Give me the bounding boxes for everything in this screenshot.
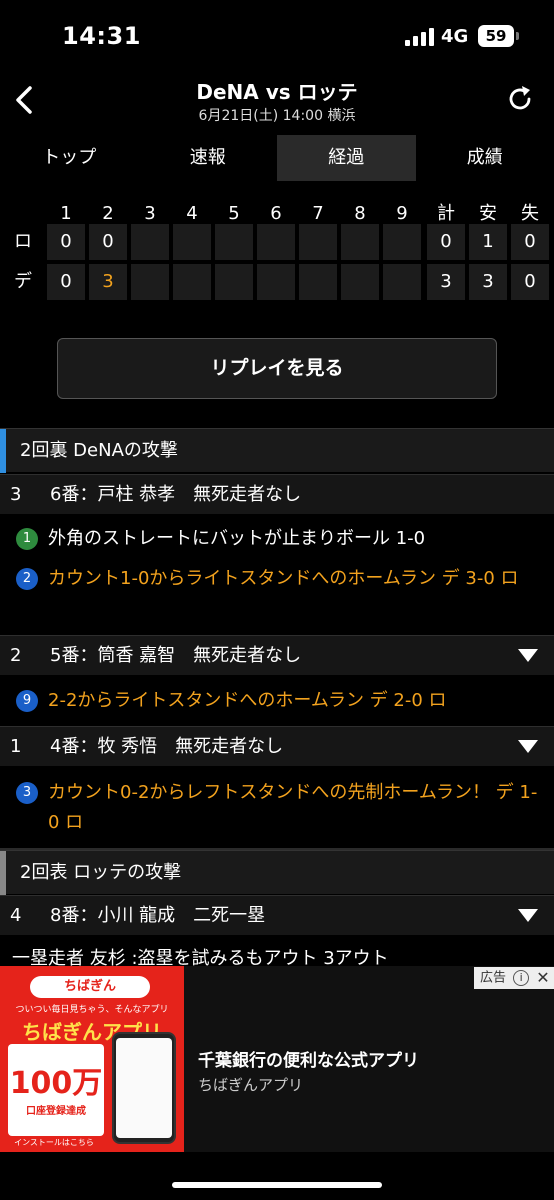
inning-title: 2回表 ロッテの攻撃	[20, 862, 182, 883]
inning-score	[341, 224, 379, 260]
total-hits: 3	[469, 264, 507, 300]
chevron-down-icon[interactable]	[518, 740, 538, 753]
total-runs: 0	[427, 224, 465, 260]
total-hits: 1	[469, 224, 507, 260]
header: DeNA vs ロッテ 6月21日(土) 14:00 横浜	[0, 70, 554, 132]
ad-tagline: ついつい毎日見ちゃう、そんなアプリ	[15, 1005, 169, 1015]
replay-button[interactable]: リプレイを見る	[57, 338, 497, 399]
status-bar: 14:31 4G 59	[0, 0, 554, 70]
inning-score	[131, 264, 169, 300]
batter-info: 6番：戸柱 恭孝 無死走者なし	[50, 484, 302, 505]
scoreboard-row-dena: デ 0 3 3 3 0	[0, 264, 554, 300]
inning-score	[173, 264, 211, 300]
inning-score-live: 3	[89, 264, 127, 300]
scoreboard-row-lotte: ロ 0 0 0 1 0	[0, 224, 554, 260]
inning-title: 2回裏 DeNAの攻撃	[20, 440, 178, 461]
batter-info: 8番：小川 龍成 二死一塁	[50, 905, 266, 926]
inning-accent-bar	[0, 429, 6, 473]
play-text: カウント0-2からレフトスタンドへの先制ホームラン！ デ 1-0 ロ	[48, 782, 538, 833]
batter-row[interactable]: 2 5番：筒香 嘉智 無死走者なし	[0, 635, 554, 675]
page-title: DeNA vs ロッテ	[196, 80, 358, 104]
play-text: カウント1-0からライトスタンドへのホームラン デ 3-0 ロ	[48, 568, 519, 589]
play-text: 2-2からライトスタンドへのホームラン デ 2-0 ロ	[48, 690, 447, 711]
chevron-down-icon[interactable]	[518, 649, 538, 662]
tab-progress[interactable]: 経過	[277, 135, 416, 181]
reload-button[interactable]	[503, 82, 537, 116]
pitch-number-badge: 3	[16, 782, 38, 804]
info-icon[interactable]: i	[513, 970, 530, 986]
batter-info: 4番：牧 秀悟 無死走者なし	[50, 736, 284, 757]
chevron-down-icon[interactable]	[518, 909, 538, 922]
batter-info: 5番：筒香 嘉智 無死走者なし	[50, 645, 302, 666]
play-item: 3 カウント0-2からレフトスタンドへの先制ホームラン！ デ 1-0 ロ	[0, 774, 554, 846]
tab-stats[interactable]: 成績	[416, 135, 554, 181]
pitch-number-badge: 9	[16, 690, 38, 712]
inning-header-top-2: 2回表 ロッテの攻撃	[0, 850, 554, 895]
inning-score	[173, 224, 211, 260]
play-item: 2 カウント1-0からライトスタンドへのホームラン デ 3-0 ロ	[0, 562, 554, 632]
inning-score: 0	[47, 264, 85, 300]
total-errors: 0	[511, 264, 549, 300]
ad-banner[interactable]: ちばぎん ついつい毎日見ちゃう、そんなアプリ ちばぎんアプリ 100万 口座登録…	[0, 966, 554, 1152]
pitch-number-badge: 1	[16, 528, 38, 550]
inning-score	[299, 224, 337, 260]
batter-row[interactable]: 4 8番：小川 龍成 二死一塁	[0, 895, 554, 935]
play-text: 一塁走者 友杉 :盗塁を試みるもアウト 3アウト	[12, 948, 389, 968]
inning-score	[257, 264, 295, 300]
inning-score	[215, 264, 253, 300]
at-bat-number: 2	[10, 645, 22, 666]
scoreboard: 1 2 3 4 5 6 7 8 9 計 安 失 ロ 0 0 0 1 0 デ 0 …	[0, 196, 554, 306]
inning-score: 0	[89, 224, 127, 260]
inning-score	[215, 224, 253, 260]
ad-label[interactable]: 広告 i ✕	[474, 967, 554, 989]
inning-score	[383, 224, 421, 260]
inning-score	[257, 224, 295, 260]
team-label: ロ	[14, 231, 32, 252]
inning-score	[383, 264, 421, 300]
ad-label-text: 広告	[480, 970, 507, 986]
home-indicator[interactable]	[172, 1182, 382, 1188]
ad-logo: ちばぎん	[30, 976, 150, 998]
at-bat-number: 1	[10, 736, 22, 757]
ad-install-link[interactable]: インストールはこちら	[6, 1138, 102, 1148]
ad-title[interactable]: 千葉銀行の便利な公式アプリ	[198, 1046, 419, 1071]
battery-tip	[516, 32, 519, 40]
ad-stat-number: 100万	[9, 1066, 103, 1101]
network-label: 4G	[441, 26, 469, 47]
batter-row: 3 6番：戸柱 恭孝 無死走者なし	[0, 474, 554, 514]
inning-accent-bar	[0, 851, 6, 895]
ad-subtitle: ちばぎんアプリ	[198, 1076, 304, 1094]
pitch-number-badge: 2	[16, 568, 38, 590]
play-item: 1 外角のストレートにバットが止まりボール 1-0	[0, 522, 554, 562]
phone-screen	[116, 1038, 172, 1138]
tab-bar: トップ 速報 経過 成績	[0, 135, 554, 181]
ad-image[interactable]: ちばぎん ついつい毎日見ちゃう、そんなアプリ ちばぎんアプリ 100万 口座登録…	[0, 966, 184, 1152]
signal-icon	[405, 28, 435, 46]
inning-score	[299, 264, 337, 300]
game-info: 6月21日(土) 14:00 横浜	[198, 108, 356, 124]
tab-top[interactable]: トップ	[0, 135, 139, 181]
ad-stat-label: 口座登録達成	[26, 1106, 86, 1117]
inning-score	[131, 224, 169, 260]
reload-icon	[509, 86, 531, 110]
total-errors: 0	[511, 224, 549, 260]
at-bat-number: 4	[10, 905, 22, 926]
team-label: デ	[14, 271, 32, 292]
at-bat-number: 3	[10, 484, 22, 505]
tab-live[interactable]: 速報	[139, 135, 278, 181]
play-text: 外角のストレートにバットが止まりボール 1-0	[48, 528, 426, 549]
play-by-play-feed[interactable]: 2回裏 DeNAの攻撃 3 6番：戸柱 恭孝 無死走者なし 1 外角のストレート…	[0, 428, 554, 968]
batter-row[interactable]: 1 4番：牧 秀悟 無死走者なし	[0, 726, 554, 766]
total-runs: 3	[427, 264, 465, 300]
inning-score: 0	[47, 224, 85, 260]
play-item: 9 2-2からライトスタンドへのホームラン デ 2-0 ロ	[0, 682, 554, 726]
battery-icon: 59	[478, 25, 514, 47]
status-time: 14:31	[62, 22, 141, 50]
inning-header-bottom-2: 2回裏 DeNAの攻撃	[0, 428, 554, 473]
play-item: 一塁走者 友杉 :盗塁を試みるもアウト 3アウト	[0, 942, 554, 968]
close-icon[interactable]: ✕	[536, 967, 549, 989]
inning-score	[341, 264, 379, 300]
